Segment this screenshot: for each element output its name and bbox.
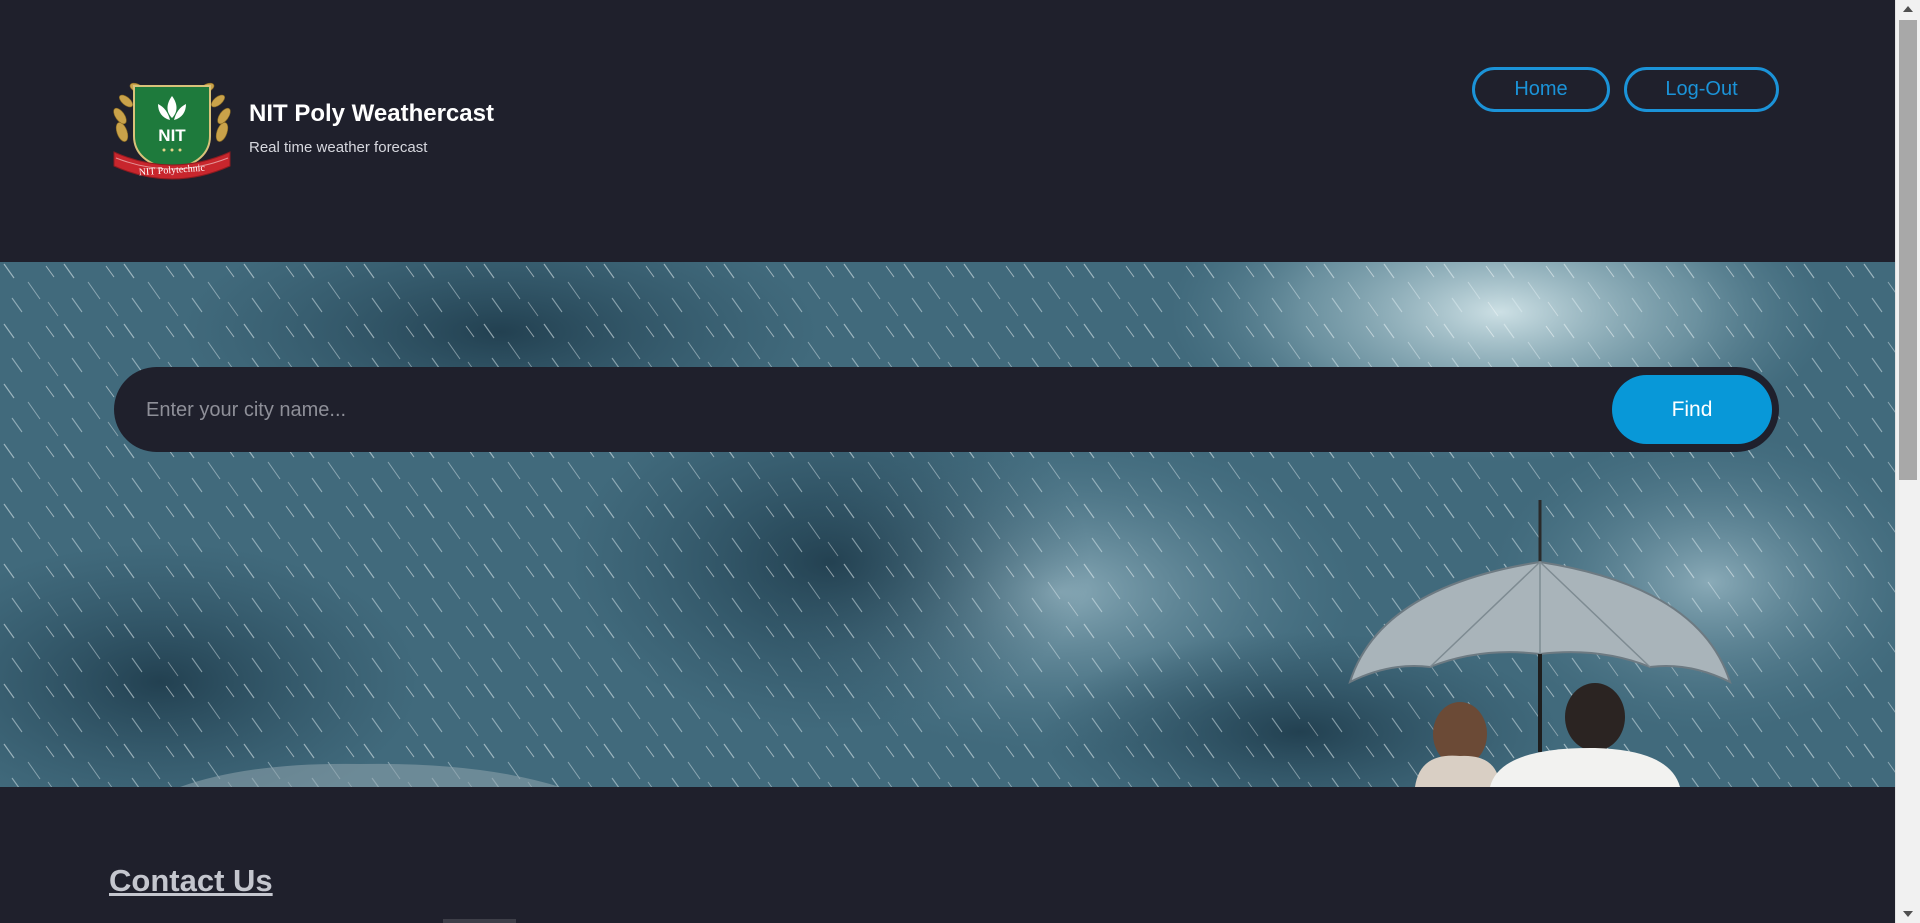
logout-button[interactable]: Log-Out (1624, 67, 1779, 112)
vertical-scrollbar[interactable] (1895, 0, 1920, 923)
hero-banner: Find (0, 262, 1895, 787)
site-footer: Contact Us (0, 787, 1895, 923)
scrollbar-thumb[interactable] (1899, 20, 1917, 480)
site-header: NIT NIT Polytechnic NIT Poly Weathercast… (0, 0, 1895, 262)
city-search-bar: Find (114, 367, 1779, 454)
scroll-up-arrow-icon[interactable] (1896, 0, 1920, 18)
scroll-down-arrow-icon[interactable] (1896, 905, 1920, 923)
rain-background-image (0, 262, 1895, 787)
site-tagline: Real time weather forecast (249, 139, 428, 156)
city-search-input[interactable] (144, 367, 1598, 454)
home-button[interactable]: Home (1472, 67, 1610, 112)
nit-logo[interactable]: NIT NIT Polytechnic (112, 74, 232, 184)
contact-us-heading: Contact Us (109, 863, 273, 898)
footer-divider (443, 919, 516, 923)
site-title: NIT Poly Weathercast (249, 100, 494, 127)
nit-logo-emblem: NIT NIT Polytechnic (113, 82, 231, 180)
find-button[interactable]: Find (1612, 375, 1772, 444)
logo-text: NIT (158, 126, 186, 145)
page: NIT NIT Polytechnic NIT Poly Weathercast… (0, 0, 1895, 923)
